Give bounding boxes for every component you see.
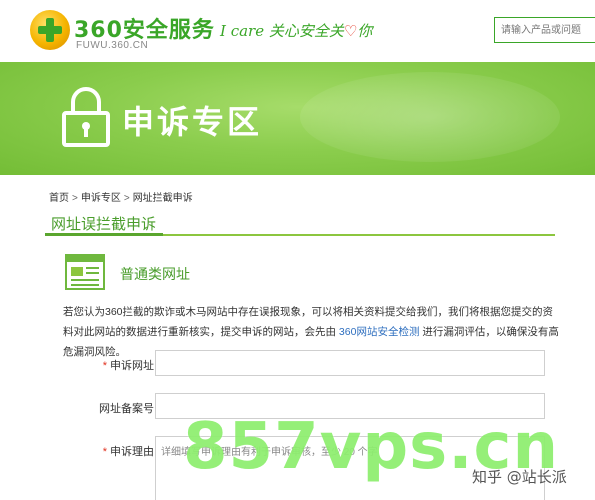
category-title: 普通类网址 xyxy=(120,267,190,283)
breadcrumb-separator: > xyxy=(72,193,78,204)
slogan-suffix: 你 xyxy=(357,22,373,40)
watermark-zhihu: 知乎 @站长派 xyxy=(472,468,567,486)
slogan-prefix: I care 关心安全关 xyxy=(220,22,344,40)
required-marker: * xyxy=(102,360,107,372)
page-banner: 申诉专区 xyxy=(0,62,595,175)
breadcrumb-separator: > xyxy=(123,193,130,204)
section-header: 网址误拦截申诉 xyxy=(45,208,555,236)
breadcrumb: 首页 > 申诉专区 > 网址拦截申诉 xyxy=(49,189,193,204)
lock-icon xyxy=(62,87,110,147)
breadcrumb-home[interactable]: 首页 xyxy=(49,193,69,204)
form-row-url: * 申诉网址： xyxy=(45,350,555,380)
logo-subtitle: FUWU.360.CN xyxy=(76,40,149,51)
breadcrumb-appeal-zone[interactable]: 申诉专区 xyxy=(81,193,121,204)
section-tab-underline xyxy=(45,233,163,236)
required-marker: * xyxy=(102,446,107,458)
document-icon xyxy=(65,254,105,290)
360-logo-icon xyxy=(30,10,70,50)
section-title: 网址误拦截申诉 xyxy=(51,215,157,233)
appeal-url-input[interactable] xyxy=(155,350,545,376)
site-logo[interactable]: 360安全服务 FUWU.360.CN xyxy=(30,8,214,54)
heart-icon: ♡ xyxy=(343,22,358,40)
site-header: 360安全服务 FUWU.360.CN I care 关心安全关♡你 xyxy=(0,0,595,62)
breadcrumb-current: 网址拦截申诉 xyxy=(132,193,193,204)
site-security-check-link[interactable]: 360网站安全检测 xyxy=(339,326,420,338)
banner-title: 申诉专区 xyxy=(122,103,263,141)
slogan: I care 关心安全关♡你 xyxy=(220,20,372,41)
search-input[interactable] xyxy=(494,17,595,43)
